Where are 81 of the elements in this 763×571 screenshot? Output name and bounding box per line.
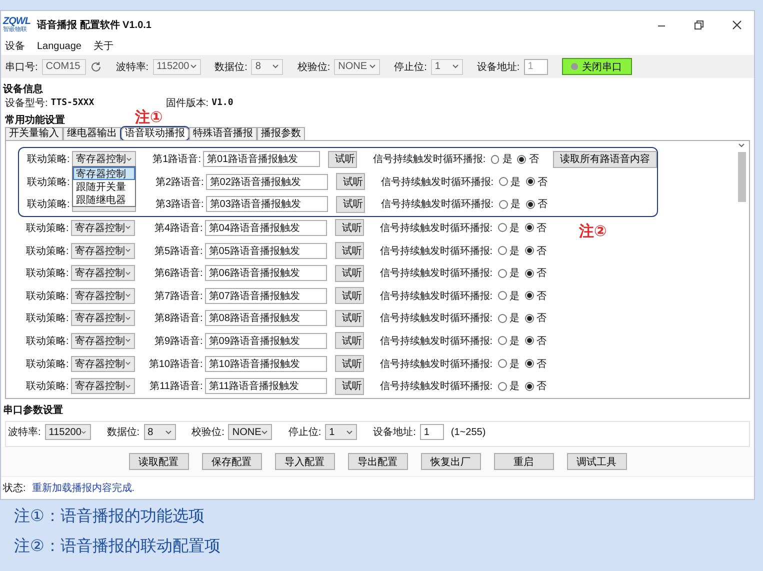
- radio-label: 否: [536, 358, 547, 371]
- radio-label: 是: [510, 222, 520, 235]
- field-label: 数据位:: [106, 426, 140, 440]
- radio-label: 否: [538, 198, 548, 212]
- field-label: 校验位:: [192, 426, 224, 440]
- radio-label: 是: [510, 267, 520, 280]
- radio-label: 是: [510, 244, 520, 258]
- radio-label: 否: [536, 312, 547, 326]
- radio-label: 是: [510, 198, 521, 212]
- field-label: 第7路语音:: [153, 290, 203, 303]
- field-label: 联动策略:: [26, 244, 69, 258]
- field-label: 第1路语音:: [152, 152, 201, 166]
- field-label: 停止位:: [394, 60, 427, 74]
- field-label: 信号持续触发时循环播报:: [380, 290, 493, 303]
- firmware-version: V1.0: [212, 98, 234, 108]
- field-label: 数据位:: [214, 60, 248, 74]
- field-label: 信号持续触发时循环播报:: [372, 152, 486, 166]
- field-label: 信号持续触发时循环播报:: [380, 266, 493, 280]
- annotation-label: 注②: [579, 222, 607, 241]
- field-label: 串口号:: [5, 60, 38, 74]
- radio-label: 否: [529, 153, 539, 166]
- field-label: 联动策略:: [27, 176, 70, 189]
- device-model: TTS-5XXX: [50, 98, 96, 108]
- field-label: 第4路语音:: [153, 222, 203, 235]
- section-heading: 设备信息: [2, 83, 44, 96]
- field-label: 联动策略:: [26, 312, 69, 326]
- field-label: 信号持续触发时循环播报:: [380, 334, 493, 348]
- field-label: 信号持续触发时循环播报:: [380, 358, 493, 371]
- field-label: 联动策略:: [27, 198, 70, 212]
- radio-label: 是: [510, 312, 520, 326]
- field-label: 第9路语音:: [153, 334, 203, 348]
- field-label: 信号持续触发时循环播报:: [380, 312, 493, 326]
- field-label: 信号持续触发时循环播报:: [380, 244, 493, 258]
- note-text: 注②：语音播报的联动配置项: [14, 536, 222, 557]
- radio-label: 否: [538, 176, 548, 189]
- field-label: 固件版本:: [166, 96, 209, 110]
- field-label: 第11路语音:: [148, 380, 203, 394]
- annotation-label: 注①: [135, 108, 163, 127]
- radio-label: 否: [536, 290, 547, 303]
- radio-label: 是: [510, 334, 520, 348]
- field-label: 联动策略:: [26, 380, 69, 394]
- radio-label: 是: [510, 380, 520, 394]
- field-label: 第5路语音:: [153, 244, 203, 258]
- field-label: 第6路语音:: [153, 266, 203, 280]
- field-label: 设备型号:: [5, 96, 48, 110]
- window-title: 语音播报 配置软件 V1.0.1: [37, 18, 152, 32]
- field-label: 联动策略:: [26, 290, 69, 303]
- field-label: 波特率:: [116, 60, 149, 74]
- field-label: 波特率:: [8, 426, 41, 440]
- range-hint: (1~255): [450, 426, 486, 438]
- field-label: 联动策略:: [26, 334, 69, 348]
- field-label: 信号持续触发时循环播报:: [380, 198, 494, 212]
- field-label: 设备地址:: [476, 60, 520, 74]
- note-text: 注①：语音播报的功能选项: [14, 506, 206, 527]
- radio-label: 是: [510, 358, 520, 371]
- radio-label: 否: [536, 244, 547, 258]
- status-label: 状态:: [3, 482, 26, 496]
- radio-label: 否: [536, 380, 547, 394]
- field-label: 联动策略:: [26, 358, 69, 371]
- radio-label: 否: [536, 267, 547, 280]
- field-label: 信号持续触发时循环播报:: [380, 222, 493, 235]
- field-label: 信号持续触发时循环播报:: [380, 176, 494, 189]
- status-message: 重新加载播报内容完成.: [32, 482, 135, 496]
- field-label: 联动策略:: [26, 222, 69, 235]
- field-label: 第3路语音:: [154, 198, 204, 212]
- field-label: 校验位:: [297, 60, 330, 74]
- field-label: 第10路语音:: [148, 358, 203, 371]
- field-label: 联动策略:: [26, 267, 69, 280]
- radio-label: 否: [536, 334, 547, 348]
- radio-label: 是: [510, 290, 520, 303]
- field-label: 第8路语音:: [153, 312, 203, 326]
- field-label: 信号持续触发时循环播报:: [380, 380, 493, 394]
- radio-label: 是: [510, 176, 521, 189]
- field-label: 停止位:: [288, 426, 322, 440]
- field-label: 第2路语音:: [154, 176, 204, 189]
- field-label: 联动策略:: [27, 153, 70, 166]
- field-label: 设备地址:: [373, 426, 416, 440]
- section-heading: 常用功能设置: [4, 114, 66, 127]
- section-heading: 串口参数设置: [2, 404, 64, 418]
- radio-label: 否: [536, 222, 547, 235]
- radio-label: 是: [502, 153, 512, 166]
